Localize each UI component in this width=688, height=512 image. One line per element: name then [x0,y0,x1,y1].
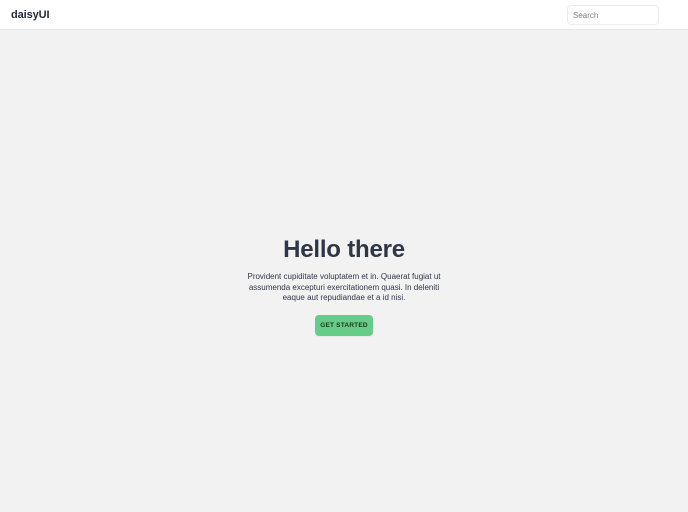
hero-title: Hello there [283,236,405,263]
get-started-button[interactable]: Get Started [315,315,373,337]
navbar: daisyUI [0,0,688,30]
search-input[interactable] [567,5,659,25]
brand-link[interactable]: daisyUI [11,8,50,22]
hero: Hello there Provident cupiditate volupta… [0,30,688,512]
hero-text: Provident cupiditate voluptatem et in. Q… [247,272,441,303]
hero-content: Hello there Provident cupiditate volupta… [0,236,688,337]
